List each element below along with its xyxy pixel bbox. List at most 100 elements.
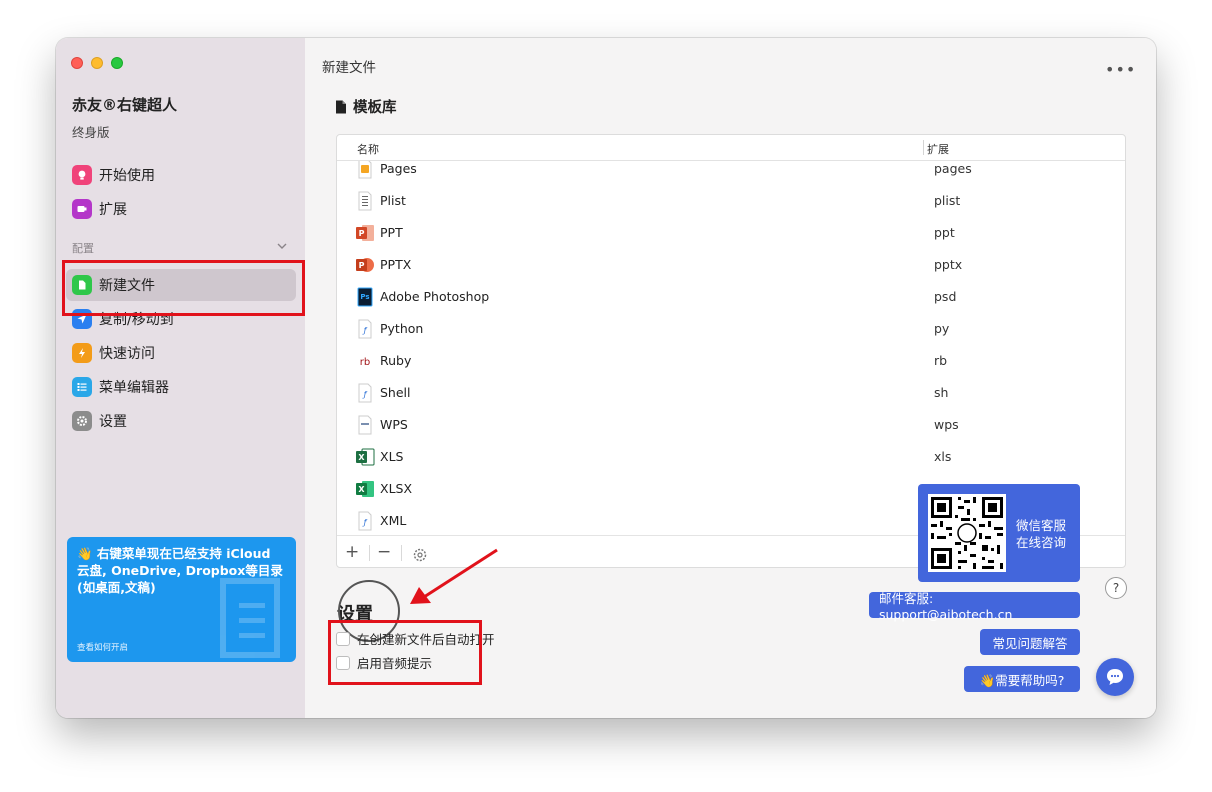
app-title: 赤友®右键超人: [72, 96, 178, 114]
file-type-name: Pages: [380, 161, 417, 176]
table-row[interactable]: WPS wps: [337, 409, 1125, 441]
column-header-extension[interactable]: 扩展: [927, 141, 949, 157]
script-file-icon: ƒ: [358, 511, 372, 531]
chat-bubble-button[interactable]: [1096, 658, 1134, 696]
table-row[interactable]: ƒ Python py: [337, 313, 1125, 345]
chat-icon: [1107, 669, 1123, 685]
template-library-heading: 模板库: [335, 96, 397, 117]
sidebar-item-label: 设置: [99, 414, 127, 430]
remove-template-button[interactable]: −: [377, 542, 391, 562]
svg-text:rb: rb: [360, 357, 370, 368]
file-type-name: XLS: [380, 449, 404, 464]
table-row[interactable]: Ps Adobe Photoshop psd: [337, 281, 1125, 313]
pages-file-icon: [358, 161, 372, 179]
help-question-button[interactable]: ?: [1105, 577, 1127, 599]
script-file-icon: ƒ: [358, 383, 372, 403]
sidebar: 赤友®右键超人 终身版 开始使用 扩展 配置 新建文件 复制/移动到 快速访问 …: [56, 38, 305, 718]
file-extension: wps: [934, 417, 959, 432]
file-type-name: PPT: [380, 225, 403, 240]
excel-file-icon: X: [356, 481, 374, 497]
script-file-icon: ƒ: [358, 319, 372, 339]
svg-text:X: X: [358, 485, 365, 494]
section-label-config: 配置: [72, 242, 94, 255]
sidebar-item-settings[interactable]: 设置: [66, 405, 296, 437]
file-type-name: Adobe Photoshop: [380, 289, 490, 304]
sidebar-item-label: 开始使用: [99, 168, 155, 184]
highlight-box-settings: [328, 620, 482, 685]
powerpoint-file-icon: P: [356, 258, 374, 272]
table-row[interactable]: ƒ Shell sh: [337, 377, 1125, 409]
photoshop-file-icon: Ps: [357, 287, 373, 307]
file-type-name: WPS: [380, 417, 408, 432]
wps-file-icon: [358, 415, 372, 435]
file-extension: ppt: [934, 225, 955, 240]
file-extension: plist: [934, 193, 961, 208]
svg-text:X: X: [358, 453, 365, 462]
file-extension: psd: [934, 289, 957, 304]
file-type-name: PPTX: [380, 257, 412, 272]
table-row[interactable]: Pages pages: [337, 161, 1125, 185]
lightning-icon: [72, 343, 92, 363]
table-header: 名称 扩展: [337, 135, 1125, 161]
file-type-name: Shell: [380, 385, 411, 400]
table-row[interactable]: rb Ruby rb: [337, 345, 1125, 377]
wechat-support-text: 微信客服 在线咨询: [1016, 517, 1066, 551]
minimize-window-button[interactable]: [91, 57, 103, 69]
column-header-name[interactable]: 名称: [357, 141, 379, 157]
file-type-name: XLSX: [380, 481, 413, 496]
wechat-support-card[interactable]: 微信客服 在线咨询: [918, 484, 1080, 582]
list-icon: [72, 377, 92, 397]
lightbulb-icon: [72, 165, 92, 185]
sidebar-item-label: 扩展: [99, 202, 127, 218]
file-extension: pages: [934, 161, 972, 176]
zoom-window-button[interactable]: [111, 57, 123, 69]
sidebar-item-menu-editor[interactable]: 菜单编辑器: [66, 371, 296, 403]
plist-file-icon: [358, 191, 372, 211]
close-window-button[interactable]: [71, 57, 83, 69]
table-row[interactable]: Plist plist: [337, 185, 1125, 217]
file-extension: xls: [934, 449, 952, 464]
faq-button[interactable]: 常见问题解答: [980, 629, 1080, 655]
chevron-down-icon[interactable]: [276, 240, 288, 252]
promo-link[interactable]: 查看如何开启: [77, 641, 128, 653]
sidebar-item-getting-started[interactable]: 开始使用: [66, 159, 296, 191]
document-icon: [336, 100, 346, 113]
need-help-button[interactable]: 👋需要帮助吗?: [964, 666, 1080, 692]
file-extension: sh: [934, 385, 949, 400]
table-row[interactable]: X XLS xls: [337, 441, 1125, 473]
add-template-button[interactable]: +: [345, 542, 359, 562]
file-type-name: Python: [380, 321, 424, 336]
table-row[interactable]: P PPT ppt: [337, 217, 1125, 249]
excel-file-icon: X: [356, 448, 375, 466]
powerpoint-file-icon: P: [356, 225, 374, 241]
sidebar-item-label: 快速访问: [99, 346, 155, 362]
file-type-name: XML: [380, 513, 407, 528]
promo-text: 👋 右键菜单现在已经支持 iCloud 云盘, OneDrive, Dropbo…: [77, 546, 283, 595]
sidebar-item-label: 菜单编辑器: [99, 380, 169, 396]
file-extension: rb: [934, 353, 948, 368]
wechat-line-2: 在线咨询: [1016, 535, 1067, 550]
svg-text:Ps: Ps: [360, 293, 369, 301]
email-support-button[interactable]: 邮件客服: support@aibotech.cn: [869, 591, 1080, 622]
toolbar-divider: [369, 545, 370, 561]
edition-label: 终身版: [72, 125, 110, 140]
template-library-title: 模板库: [353, 100, 397, 116]
ruby-file-icon: rb: [360, 357, 370, 368]
svg-text:P: P: [359, 229, 365, 238]
extension-icon: [72, 199, 92, 219]
page-title: 新建文件: [322, 60, 376, 76]
promo-banner[interactable]: 👋 右键菜单现在已经支持 iCloud 云盘, OneDrive, Dropbo…: [67, 537, 296, 662]
file-extension: pptx: [934, 257, 963, 272]
sidebar-item-quick-access[interactable]: 快速访问: [66, 337, 296, 369]
table-body[interactable]: Pages pages Plist plist P PPT ppt P PPTX…: [337, 161, 1125, 533]
svg-text:P: P: [359, 261, 365, 270]
sidebar-item-extensions[interactable]: 扩展: [66, 193, 296, 225]
arrow-annotation-icon: [410, 548, 498, 604]
file-extension: py: [934, 321, 950, 336]
file-type-name: Ruby: [380, 353, 412, 368]
more-options-icon[interactable]: •••: [1105, 60, 1136, 79]
gear-icon: [72, 411, 92, 431]
column-divider[interactable]: [923, 140, 924, 155]
table-row[interactable]: P PPTX pptx: [337, 249, 1125, 281]
window-controls: [71, 57, 123, 69]
